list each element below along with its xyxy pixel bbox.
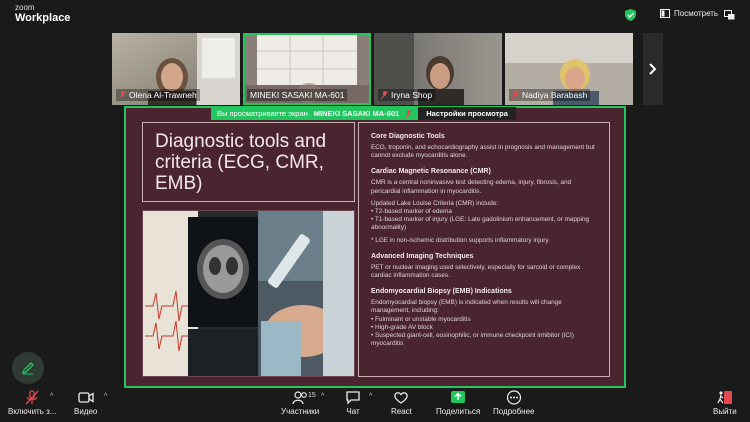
participant-name: Nadiya Barabash	[509, 89, 591, 101]
section-text-cmr: CMR is a central noninvasive test detect…	[371, 179, 572, 195]
pencil-icon	[21, 362, 34, 375]
mic-off-icon	[405, 109, 413, 118]
chat-options-caret[interactable]: ^	[369, 393, 372, 400]
fullscreen-icon[interactable]	[724, 10, 735, 20]
section-text-core-tools: ECG, troponin, and echocardiography assi…	[371, 144, 595, 160]
mic-off-icon	[381, 91, 388, 99]
mic-label: Включить з...	[8, 407, 57, 416]
leave-label: Выйти	[713, 407, 737, 416]
leave-button[interactable]: Выйти	[713, 390, 737, 416]
video-button[interactable]: Видео	[74, 390, 97, 416]
chat-label: Чат	[346, 407, 360, 416]
participant-strip: Olena Al-Trawneh MINEKI SASAKI MA-601 Ir…	[112, 33, 633, 105]
more-label: Подробнее	[493, 407, 535, 416]
chat-button[interactable]: Чат	[345, 390, 361, 416]
participant-tile[interactable]: Iryna Shop	[374, 33, 502, 105]
mic-off-icon	[25, 390, 39, 405]
share-status: Вы просматриваете экран MINEKI SASAKI MA…	[211, 107, 419, 120]
shield-icon[interactable]	[625, 9, 636, 21]
mic-off-icon	[512, 91, 519, 99]
section-title-cmr: Cardiac Magnetic Resonance (CMR)	[371, 168, 491, 176]
participant-name: MINEKI SASAKI MA-601	[247, 89, 348, 101]
participant-tile[interactable]: Nadiya Barabash	[505, 33, 633, 105]
leave-icon	[717, 391, 732, 404]
annotate-button[interactable]	[12, 352, 44, 384]
share-screen-button[interactable]: Поделиться	[436, 390, 480, 416]
section-text-lake-louise: Updated Lake Louise Criteria (CMR) inclu…	[371, 199, 590, 232]
participants-count: 15	[308, 392, 316, 399]
next-participants-button[interactable]	[643, 33, 663, 105]
brand-big: Workplace	[15, 12, 71, 24]
more-button[interactable]: Подробнее	[493, 390, 535, 416]
section-title-advanced-imaging: Advanced Imaging Techniques	[371, 252, 474, 260]
participant-name: Iryna Shop	[378, 89, 436, 101]
react-button[interactable]: React	[391, 390, 412, 416]
slide-left-column: Diagnostic tools and criteria (ECG, CMR,…	[142, 122, 355, 377]
participant-name-text: Olena Al-Trawneh	[129, 90, 197, 100]
participant-tile-active-speaker[interactable]: MINEKI SASAKI MA-601	[243, 33, 371, 105]
more-icon	[506, 390, 521, 405]
share-icon	[451, 391, 466, 403]
medical-collage-image	[142, 210, 355, 377]
section-text-emb: Endomyocardial biopsy (EMB) is indicated…	[371, 299, 574, 348]
video-label: Видео	[74, 407, 98, 416]
slide-title-box: Diagnostic tools and criteria (ECG, CMR,…	[142, 122, 355, 202]
participant-name: Olena Al-Trawneh	[116, 89, 200, 101]
presenter-name: MINEKI SASAKI MA-601	[313, 109, 400, 118]
top-bar: zoom Workplace Посмотреть	[0, 0, 750, 30]
view-icon	[660, 9, 670, 18]
react-icon	[394, 392, 409, 404]
participants-label: Участники	[281, 407, 320, 416]
viewing-label: Вы просматриваете экран	[217, 109, 308, 118]
view-settings-button[interactable]: Настройки просмотра	[418, 107, 516, 120]
participant-name-text: Nadiya Barabash	[522, 90, 588, 100]
chat-icon	[346, 391, 360, 405]
view-label: Посмотреть	[674, 9, 719, 18]
section-title-core-tools: Core Diagnostic Tools	[371, 133, 445, 140]
slide-content-box: Core Diagnostic Tools ECG, troponin, and…	[358, 122, 610, 377]
share-label: Поделиться	[436, 407, 481, 416]
share-banner: Вы просматриваете экран MINEKI SASAKI MA…	[211, 107, 516, 120]
section-text-advanced-imaging: PET or nuclear imaging used selectively,…	[371, 263, 581, 280]
brand-small: zoom	[15, 3, 35, 12]
video-options-caret[interactable]: ^	[104, 393, 107, 400]
participants-options-caret[interactable]: ^	[321, 393, 324, 400]
shared-screen: Diagnostic tools and criteria (ECG, CMR,…	[124, 106, 626, 388]
section-title-emb: Endomyocardial Biopsy (EMB) Indications	[371, 288, 512, 296]
view-button[interactable]: Посмотреть	[660, 9, 718, 18]
participants-icon	[292, 391, 307, 405]
mic-options-caret[interactable]: ^	[50, 393, 53, 400]
slide-title: Diagnostic tools and criteria (ECG, CMR,…	[155, 131, 327, 194]
chevron-right-icon	[649, 63, 657, 75]
app-logo: zoom Workplace	[15, 4, 70, 24]
participant-name-text: MINEKI SASAKI MA-601	[250, 90, 345, 100]
meeting-toolbar: Включить з... ^ Видео ^ Участники 15 ^ Ч…	[0, 388, 750, 422]
react-label: React	[391, 407, 412, 416]
participant-name-text: Iryna Shop	[391, 90, 433, 100]
mic-off-icon	[119, 91, 126, 99]
participant-tile[interactable]: Olena Al-Trawneh	[112, 33, 240, 105]
section-text-lge-note: * LGE in non-ischemic distribution suppo…	[371, 236, 550, 244]
video-icon	[78, 392, 94, 403]
